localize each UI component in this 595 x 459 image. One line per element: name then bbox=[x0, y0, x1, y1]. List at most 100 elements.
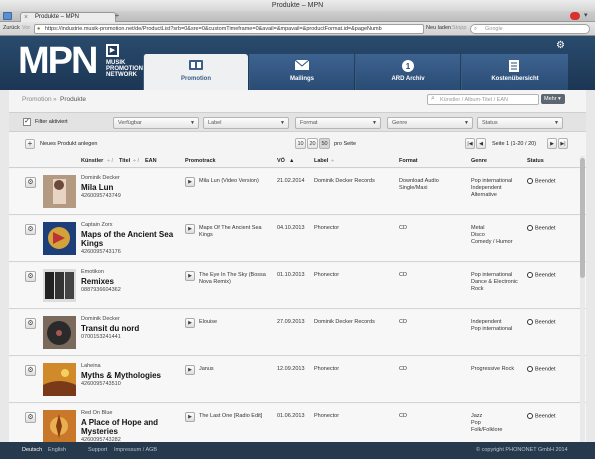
nav-tab-mailings[interactable]: Mailings bbox=[249, 54, 354, 90]
tab-overview-icon[interactable] bbox=[3, 12, 12, 20]
stop-button[interactable]: Stopp bbox=[452, 25, 466, 31]
envelope-icon bbox=[294, 59, 310, 70]
lang-en-link[interactable]: English bbox=[48, 442, 66, 459]
breadcrumb-root[interactable]: Promotion bbox=[22, 96, 52, 103]
settings-gear-icon[interactable]: ⚙ bbox=[556, 40, 565, 51]
sort-icon[interactable]: ÷ / bbox=[107, 158, 113, 164]
url-bar[interactable]: ● https://industrie.musik-promotion.net/… bbox=[34, 24, 424, 34]
table-row[interactable]: ⚙ Dominik Decker Transit du nord 0700153… bbox=[9, 310, 586, 356]
status-radio-icon bbox=[527, 178, 533, 184]
reload-button[interactable]: Neu laden bbox=[426, 25, 451, 31]
first-page-button[interactable]: |◀ bbox=[465, 138, 475, 149]
row-title[interactable]: Transit du nord bbox=[81, 324, 181, 333]
row-genre: Independent Pop international bbox=[471, 319, 513, 332]
col-ean[interactable]: EAN bbox=[145, 158, 157, 164]
action-bar: + Neues Produkt anlegen 10 20 50 pro Sei… bbox=[9, 132, 586, 156]
cover-image bbox=[43, 363, 76, 396]
next-page-button[interactable]: ▶ bbox=[547, 138, 557, 149]
gear-icon[interactable]: ⚙ bbox=[25, 224, 36, 235]
gear-icon[interactable]: ⚙ bbox=[25, 412, 36, 423]
chevron-down-icon: ▼ bbox=[280, 120, 285, 126]
browser-search-input[interactable]: ⌕ Google bbox=[470, 24, 590, 34]
table-row[interactable]: ⚙ Emotikon Remixes 0887936604362 ▶ The E… bbox=[9, 263, 586, 309]
row-date: 12.09.2013 bbox=[277, 366, 305, 372]
filter-select-verfuegbar[interactable]: Verfügbar ▼ bbox=[113, 117, 199, 129]
filter-checkbox[interactable]: ✓ bbox=[23, 118, 31, 126]
row-title[interactable]: Maps of the Ancient Sea Kings bbox=[81, 230, 181, 248]
support-link[interactable]: Support bbox=[88, 442, 107, 459]
col-artist[interactable]: Künstler bbox=[81, 158, 103, 164]
nav-tab-kostenuebersicht[interactable]: Kostenübersicht bbox=[461, 54, 568, 90]
select-value: Verfügbar bbox=[118, 120, 142, 126]
col-promotrack: Promotrack bbox=[185, 158, 216, 164]
play-icon[interactable]: ▶ bbox=[185, 365, 195, 375]
browser-search-placeholder: Google bbox=[485, 26, 503, 32]
page-size-50[interactable]: 50 bbox=[319, 138, 330, 149]
table-row[interactable]: ⚙ Red On Blue A Place of Hope and Myster… bbox=[9, 404, 586, 443]
sort-icon[interactable]: ÷ bbox=[331, 158, 334, 164]
gear-icon[interactable]: ⚙ bbox=[25, 177, 36, 188]
col-label[interactable]: Label bbox=[314, 158, 328, 164]
new-tab-icon[interactable]: + bbox=[112, 11, 122, 21]
nav-tab-ard-archiv[interactable]: 1 ARD Archiv bbox=[355, 54, 460, 90]
row-title[interactable]: Myths & Mythologies bbox=[81, 371, 181, 380]
ard-icon: 1 bbox=[402, 60, 414, 72]
page-size-20[interactable]: 20 bbox=[307, 138, 318, 149]
status-radio-icon bbox=[527, 272, 533, 278]
row-title[interactable]: Remixes bbox=[81, 277, 181, 286]
gear-icon[interactable]: ⚙ bbox=[25, 271, 36, 282]
window-title: Produkte – MPN bbox=[0, 0, 595, 11]
sort-asc-icon[interactable]: ▲ bbox=[289, 158, 294, 164]
filter-select-status[interactable]: Status ▼ bbox=[477, 117, 563, 129]
scrollbar-thumb[interactable] bbox=[580, 158, 585, 278]
row-date: 21.02.2014 bbox=[277, 178, 305, 184]
scrollbar[interactable] bbox=[580, 156, 585, 442]
page-size-10[interactable]: 10 bbox=[295, 138, 306, 149]
rss-icon[interactable] bbox=[570, 12, 580, 20]
play-icon[interactable]: ▶ bbox=[185, 271, 195, 281]
play-icon[interactable]: ▶ bbox=[185, 224, 195, 234]
lang-de-link[interactable]: Deutsch bbox=[22, 442, 42, 459]
logo-mpn: MPN bbox=[18, 40, 98, 82]
gear-icon[interactable]: ⚙ bbox=[25, 365, 36, 376]
last-page-button[interactable]: ▶| bbox=[558, 138, 568, 149]
play-icon[interactable]: ▶ bbox=[185, 412, 195, 422]
gear-icon[interactable]: ⚙ bbox=[25, 318, 36, 329]
breadcrumb: Promotion » Produkte ⌕ Künstler / Album-… bbox=[9, 90, 586, 112]
mpn-logo[interactable]: MPN ▶ MUSIK PROMOTION NETWORK bbox=[18, 40, 143, 90]
lock-icon: ● bbox=[37, 26, 41, 32]
row-title[interactable]: Mila Lun bbox=[81, 183, 181, 192]
sort-icon[interactable]: ÷ / bbox=[133, 158, 139, 164]
forward-button[interactable]: Vor bbox=[22, 25, 30, 31]
product-search-input[interactable]: ⌕ Künstler / Album-Titel / EAN bbox=[427, 94, 539, 105]
row-ean: 4260095743510 bbox=[81, 381, 121, 387]
download-icon[interactable]: ▾ bbox=[584, 12, 592, 20]
table-row[interactable]: ⚙ Captain Zorx Maps of the Ancient Sea K… bbox=[9, 216, 586, 262]
row-label: Phonector bbox=[314, 225, 340, 231]
filter-select-format[interactable]: Format ▼ bbox=[295, 117, 381, 129]
nav-tab-promotion[interactable]: Promotion bbox=[143, 54, 248, 90]
row-title[interactable]: A Place of Hope and Mysteries bbox=[81, 418, 181, 436]
row-artist: Captain Zorx bbox=[81, 222, 113, 228]
back-button[interactable]: Zurück bbox=[3, 25, 20, 31]
filter-select-genre[interactable]: Genre ▼ bbox=[387, 117, 473, 129]
tab-close-icon[interactable]: × bbox=[24, 13, 28, 22]
filter-select-label[interactable]: Label ▼ bbox=[203, 117, 289, 129]
new-product-button[interactable]: + bbox=[25, 139, 35, 149]
col-title[interactable]: Titel bbox=[119, 158, 130, 164]
row-ean: 4260095743176 bbox=[81, 249, 121, 255]
browser-tab-active[interactable]: × Produkte – MPN bbox=[20, 12, 116, 22]
play-icon[interactable]: ▶ bbox=[185, 318, 195, 328]
col-vo[interactable]: VÖ bbox=[277, 158, 285, 164]
more-button[interactable]: Mehr ▾ bbox=[541, 94, 565, 104]
prev-page-button[interactable]: ◀ bbox=[476, 138, 486, 149]
table-row[interactable]: ⚙ Laheina Myths & Mythologies 4260095743… bbox=[9, 357, 586, 403]
row-genre: Pop international Dance & Electronic Roc… bbox=[471, 272, 518, 292]
new-product-label[interactable]: Neues Produkt anlegen bbox=[40, 141, 97, 147]
table-row[interactable]: ⚙ Dominik Decker Mila Lun 4260095743749 … bbox=[9, 169, 586, 215]
impressum-link[interactable]: Impressum / AGB bbox=[114, 442, 157, 459]
nav-label-mailings: Mailings bbox=[289, 76, 314, 82]
row-date: 01.06.2013 bbox=[277, 413, 305, 419]
status-radio-icon bbox=[527, 366, 533, 372]
play-icon[interactable]: ▶ bbox=[185, 177, 195, 187]
